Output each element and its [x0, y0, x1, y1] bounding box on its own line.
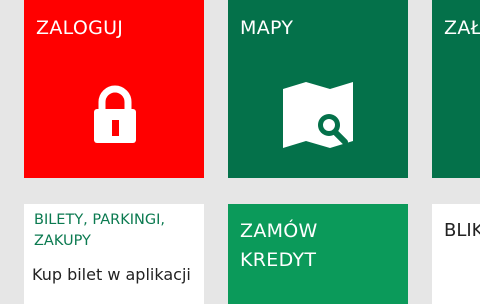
login-tile-title: ZALOGUJ [36, 17, 124, 39]
credit-tile-title-line2: KREDYT [240, 249, 317, 271]
tickets-body: Kup bilet w aplikacji [32, 265, 191, 284]
blik-tile[interactable]: BLIK [432, 204, 480, 304]
maps-tile-title: MAPY [240, 17, 294, 39]
blik-tile-title: BLIK [444, 220, 480, 241]
login-tile[interactable]: ZALOGUJ [24, 0, 204, 178]
tickets-tile[interactable]: BILETY, PARKINGI, ZAKUPY Kup bilet w apl… [24, 204, 204, 304]
partial-tile-top-title: ZAŁ [444, 17, 480, 39]
credit-tile[interactable]: ZAMÓW KREDYT [228, 204, 408, 304]
tickets-heading-line2: ZAKUPY [34, 233, 91, 249]
tickets-heading-line1: BILETY, PARKINGI, [34, 212, 165, 228]
padlock-icon [94, 85, 136, 143]
map-search-icon [283, 82, 353, 148]
credit-tile-title-line1: ZAMÓW [240, 220, 318, 242]
partial-tile-top[interactable]: ZAŁ [432, 0, 480, 178]
maps-tile[interactable]: MAPY [228, 0, 408, 178]
